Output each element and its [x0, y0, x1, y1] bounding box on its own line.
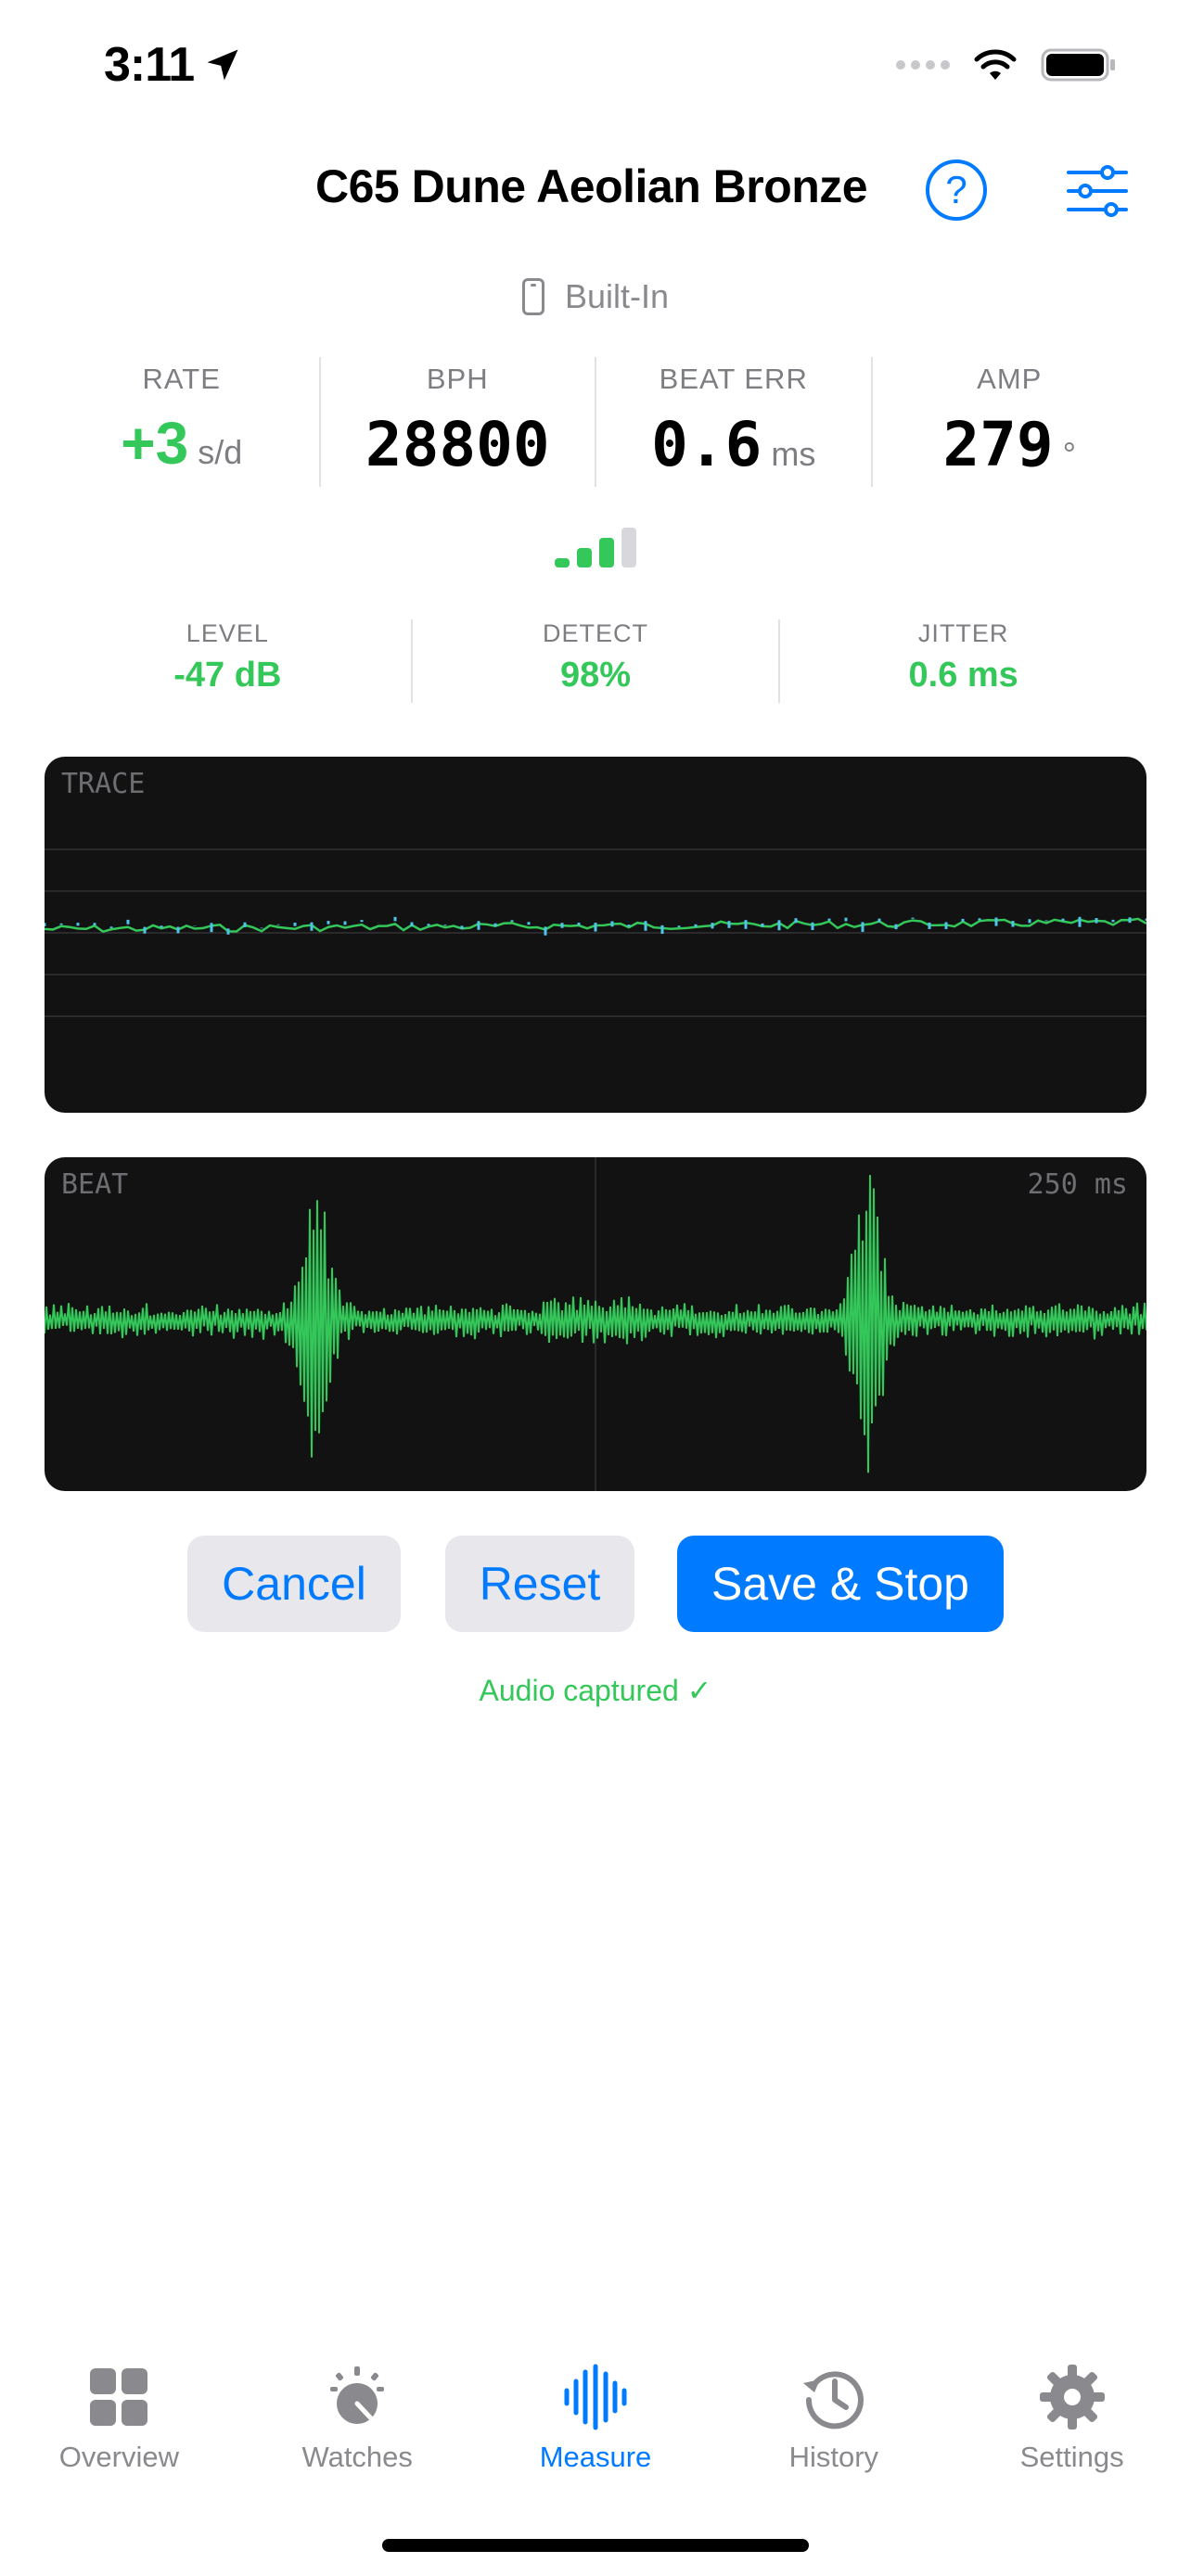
input-source-label: Built-In — [564, 277, 670, 315]
gear-icon — [1039, 2365, 1105, 2429]
submetric-jitter: JITTER 0.6 ms — [778, 619, 1146, 703]
tab-bar: Overview Watches Measure History Setting… — [0, 2337, 1191, 2522]
tab-settings[interactable]: Settings — [953, 2337, 1191, 2522]
status-bar: 3:11 — [0, 0, 1191, 139]
cancel-button[interactable]: Cancel — [187, 1536, 401, 1632]
signal-bar — [577, 548, 592, 567]
trace-plot — [45, 848, 1146, 1017]
metric-value: 279 — [942, 409, 1054, 480]
history-icon — [802, 2371, 864, 2429]
submetric-label: JITTER — [917, 619, 1009, 647]
submetric-value: 0.6 ms — [908, 656, 1018, 695]
timegrapher-icon — [330, 2366, 385, 2424]
beat-label: BEAT — [61, 1168, 129, 1201]
metric-value: 0.6 — [651, 409, 762, 480]
home-indicator — [382, 2539, 809, 2552]
tab-overview[interactable]: Overview — [0, 2337, 238, 2522]
signal-bar — [599, 538, 614, 567]
tab-label: History — [788, 2441, 879, 2473]
wifi-icon — [974, 49, 1017, 80]
signal-bar — [555, 558, 570, 567]
tab-label: Measure — [539, 2441, 652, 2473]
signal-bar — [621, 528, 636, 567]
grid-icon — [90, 2368, 148, 2426]
submetric-level: LEVEL -47 dB — [45, 619, 411, 703]
nav-header: C65 Dune Aeolian Bronze ? — [0, 148, 1191, 241]
cellular-signal-icon — [896, 60, 950, 70]
submetric-value: 98% — [559, 656, 632, 695]
help-button[interactable]: ? — [926, 159, 987, 221]
metric-label: BEAT ERR — [659, 363, 808, 395]
primary-metrics: RATE +3 s/d BPH 28800 BEAT ERR 0.6 ms AM… — [45, 357, 1146, 487]
metric-unit: ms — [771, 435, 816, 473]
metric-amplitude: AMP 279 ° — [870, 357, 1147, 487]
waveform-icon — [564, 2364, 627, 2430]
beat-window-label: 250 ms — [1027, 1168, 1128, 1201]
secondary-metrics: LEVEL -47 dB DETECT 98% JITTER 0.6 ms — [45, 619, 1146, 703]
metric-beat-error: BEAT ERR 0.6 ms — [595, 357, 871, 487]
submetric-detect: DETECT 98% — [410, 619, 779, 703]
trace-panel: TRACE — [45, 757, 1146, 1113]
metric-value: +3 — [121, 410, 189, 477]
metric-label: AMP — [977, 363, 1043, 395]
metric-unit: ° — [1062, 435, 1077, 473]
phone-icon — [521, 278, 544, 315]
metric-bph: BPH 28800 — [318, 357, 596, 487]
location-arrow-icon — [207, 49, 238, 81]
beat-panel: BEAT 250 ms — [45, 1157, 1146, 1491]
metric-rate: RATE +3 s/d — [45, 357, 319, 487]
metric-label: BPH — [426, 363, 489, 395]
metric-value: 28800 — [365, 409, 550, 480]
tab-measure[interactable]: Measure — [477, 2337, 715, 2522]
beat-waveform — [45, 1157, 1146, 1491]
submetric-value: -47 dB — [173, 656, 282, 695]
status-time: 3:11 — [104, 38, 195, 92]
metric-label: RATE — [142, 363, 221, 395]
tab-history[interactable]: History — [714, 2337, 953, 2522]
capture-status: Audio captured ✓ — [479, 1674, 712, 1707]
tab-label: Watches — [301, 2441, 413, 2473]
page-title: C65 Dune Aeolian Bronze — [315, 160, 868, 212]
adjustments-icon[interactable] — [1065, 163, 1130, 219]
input-source[interactable]: Built-In — [0, 269, 1191, 325]
submetric-label: LEVEL — [186, 619, 269, 647]
battery-icon — [1041, 48, 1115, 82]
tab-label: Overview — [58, 2441, 179, 2473]
trace-label: TRACE — [61, 768, 146, 800]
tab-watches[interactable]: Watches — [238, 2337, 477, 2522]
reset-button[interactable]: Reset — [445, 1536, 634, 1632]
metric-unit: s/d — [198, 433, 243, 471]
tab-label: Settings — [1019, 2441, 1124, 2473]
signal-strength-icon — [555, 528, 636, 567]
save-stop-button[interactable]: Save & Stop — [677, 1536, 1004, 1632]
submetric-label: DETECT — [543, 619, 648, 647]
